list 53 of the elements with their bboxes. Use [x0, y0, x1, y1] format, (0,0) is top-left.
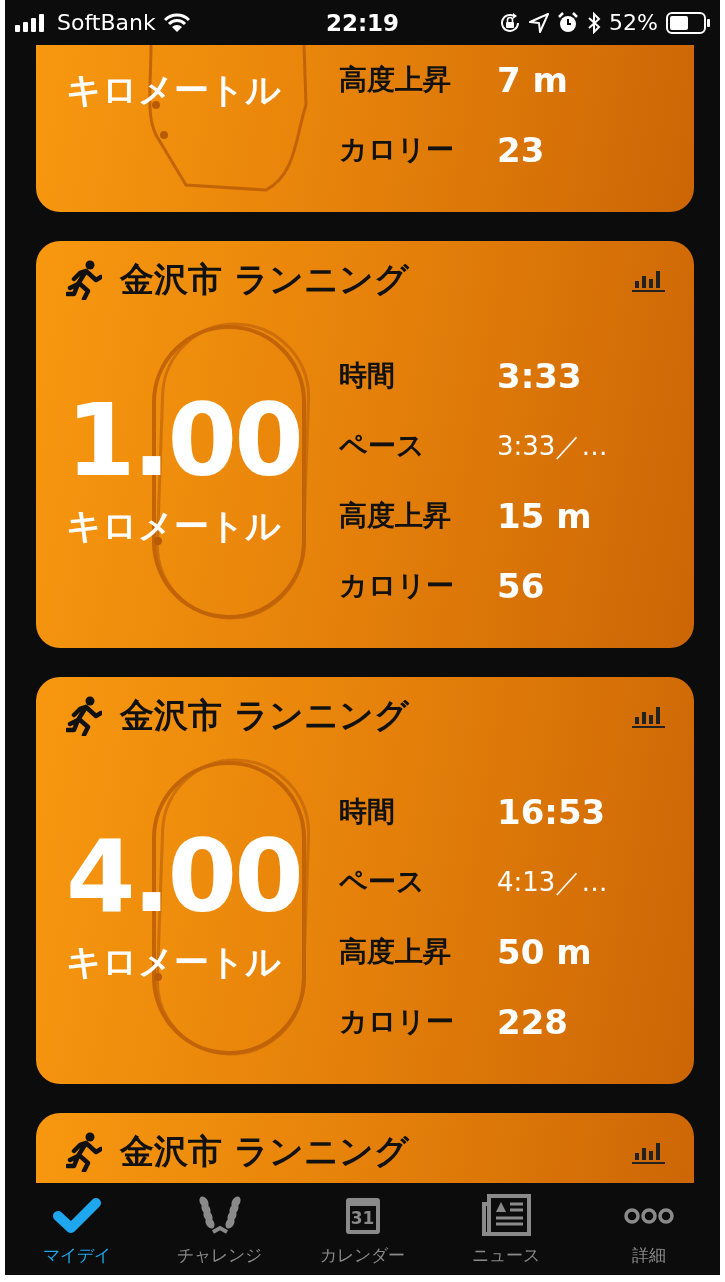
tab-button[interactable]: チャレンジ: [148, 1183, 291, 1275]
tab-button[interactable]: 詳細: [577, 1183, 720, 1275]
stat-value: 23: [497, 130, 545, 170]
stat-label: カロリー: [339, 1004, 455, 1040]
stat-value: 3:33／…: [497, 429, 608, 463]
distance-value: 1.00: [66, 381, 301, 501]
workout-title: 金沢市 ランニング: [120, 1130, 411, 1173]
stat-label: カロリー: [339, 568, 455, 604]
stat-label: カロリー: [339, 132, 455, 168]
calendar-icon: 31: [345, 1198, 380, 1234]
workout-card[interactable]: 金沢市 ランニング 1.00 キロメートル 時間 3:33 ペース 3:33／… 高度上昇 15 m カロリー 56: [36, 241, 694, 648]
distance-unit: キロメートル: [66, 69, 281, 112]
stat-value: 16:53: [497, 792, 606, 832]
stat-value: 15 m: [497, 496, 592, 536]
workout-card[interactable]: 金沢市 ランニング: [36, 1113, 694, 1183]
stat-label: 高度上昇: [339, 498, 452, 534]
distance-unit: キロメートル: [66, 941, 282, 984]
runner-icon: [66, 1132, 102, 1172]
workout-card[interactable]: キロメートル 高度上昇 7 m カロリー 23: [36, 45, 694, 212]
wifi-icon: [163, 12, 190, 33]
tab-button[interactable]: 31 カレンダー: [291, 1183, 434, 1275]
stat-value: 4:13／…: [497, 865, 608, 899]
more-icon: [623, 1206, 674, 1226]
stat-value: 50 m: [497, 932, 592, 972]
workout-title: 金沢市 ランニング: [120, 694, 411, 737]
battery-icon: [666, 11, 710, 34]
status-time: 22:19: [324, 9, 401, 36]
runner-icon: [66, 696, 102, 736]
distance-unit: キロメートル: [66, 505, 282, 548]
stat-value: 3:33: [497, 356, 582, 396]
carrier-name: SoftBank: [57, 10, 156, 35]
stat-label: 時間: [339, 794, 396, 830]
stat-label: 時間: [339, 358, 396, 394]
workout-card[interactable]: 金沢市 ランニング 4.00 キロメートル 時間 16:53 ペース 4:13／… 高度上昇 50 m カロリー 228: [36, 677, 694, 1084]
rotation-lock-icon: [499, 11, 522, 34]
stat-value: 228: [497, 1002, 568, 1042]
alarm-icon: [557, 11, 580, 34]
battery-percent: 52%: [609, 10, 658, 35]
stat-value: 7 m: [497, 60, 568, 100]
checkmark-icon: [51, 1196, 102, 1236]
stat-label: ペース: [339, 864, 426, 900]
runner-icon: [66, 260, 102, 300]
location-icon: [529, 12, 550, 33]
bluetooth-icon: [587, 11, 602, 34]
stat-label: 高度上昇: [339, 934, 452, 970]
tab-button[interactable]: マイデイ: [5, 1183, 148, 1275]
stat-value: 56: [497, 566, 545, 606]
newspaper-icon: [480, 1194, 531, 1238]
stat-label: 高度上昇: [339, 62, 452, 98]
tab-button[interactable]: ニュース: [434, 1183, 577, 1275]
stat-label: ペース: [339, 428, 426, 464]
workout-title: 金沢市 ランニング: [120, 258, 411, 301]
distance-value: 4.00: [66, 817, 301, 937]
